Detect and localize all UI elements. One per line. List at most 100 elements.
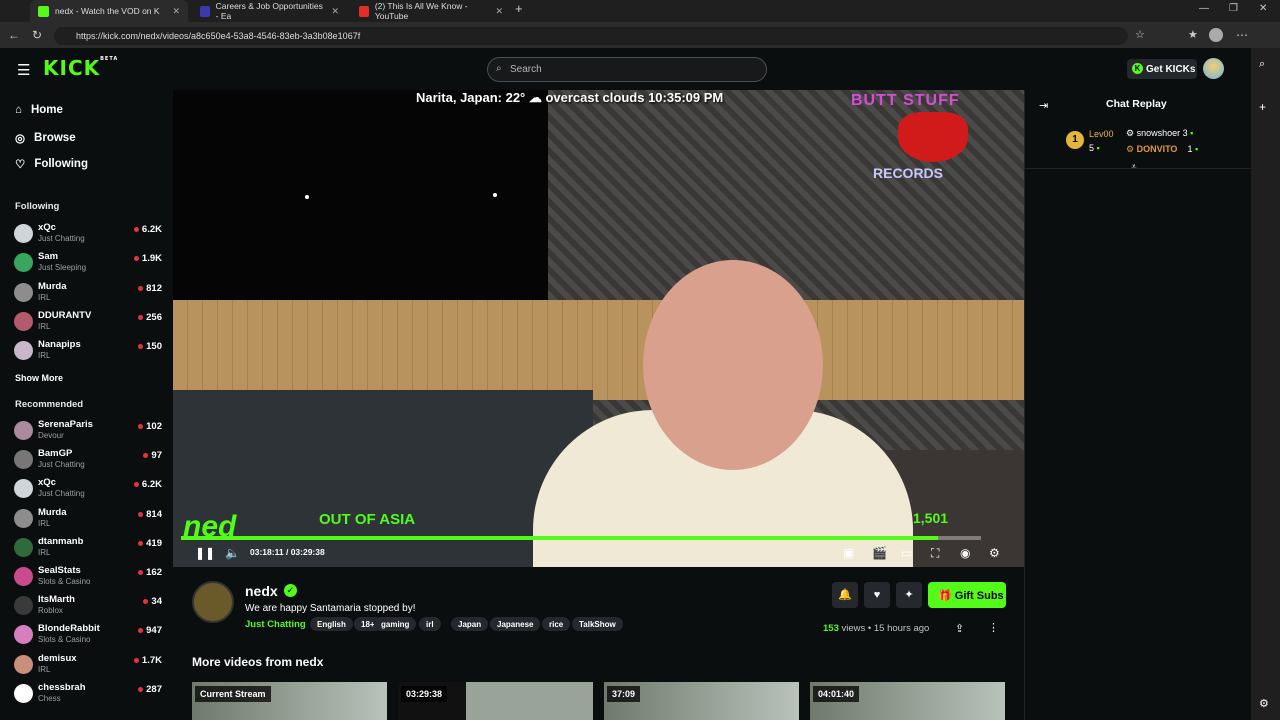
fullscreen-icon[interactable]: ⛶ bbox=[931, 546, 939, 561]
sidebar-channel-item[interactable]: SerenaParis Devour 102 bbox=[14, 419, 164, 447]
more-options-icon[interactable]: ⋮ bbox=[988, 621, 999, 634]
close-tab-icon[interactable]: ✕ bbox=[331, 6, 339, 17]
channel-category: Slots & Casino bbox=[38, 635, 91, 645]
share-icon[interactable]: ⇪ bbox=[955, 622, 964, 635]
top-gifter-name[interactable]: Lev00 bbox=[1089, 129, 1114, 139]
sidebar-search-icon[interactable]: ⌕ bbox=[1259, 58, 1265, 71]
volume-icon[interactable]: 🔈 bbox=[225, 546, 240, 560]
tag-chip[interactable]: Japan bbox=[451, 617, 489, 631]
sidebar-channel-item[interactable]: Murda IRL 812 bbox=[14, 281, 164, 309]
back-icon[interactable]: ← bbox=[8, 28, 20, 42]
sidebar-nav-home[interactable]: ⌂ Home bbox=[15, 104, 63, 116]
playback-speed-icon[interactable]: ◉ bbox=[960, 546, 970, 560]
pause-icon[interactable]: ❚❚ bbox=[195, 546, 215, 560]
follow-button[interactable]: ♥ bbox=[864, 582, 890, 608]
channel-avatar[interactable] bbox=[192, 581, 234, 623]
viewer-count-value: 947 bbox=[146, 625, 162, 637]
sidebar-channel-item[interactable]: chessbrah Chess 287 bbox=[14, 682, 164, 710]
clip-icon[interactable]: 🎬 bbox=[872, 546, 887, 560]
sidebar-settings-icon[interactable]: ⚙ bbox=[1259, 697, 1269, 710]
channel-name[interactable]: nedx bbox=[245, 583, 278, 599]
sidebar-channel-item[interactable]: BamGP Just Chatting 97 bbox=[14, 448, 164, 476]
sidebar-nav-following[interactable]: ♡ Following bbox=[15, 157, 88, 171]
profile-icon[interactable] bbox=[1209, 28, 1223, 42]
gift-icon: ▪ bbox=[1096, 143, 1100, 153]
tag-chip[interactable]: TalkShow bbox=[572, 617, 623, 631]
sidebar-channel-item[interactable]: Sam Just Sleeping 1.9K bbox=[14, 251, 164, 279]
more-menu-icon[interactable]: ⋯ bbox=[1236, 28, 1248, 42]
settings-gear-icon[interactable]: ⚙ bbox=[989, 546, 1000, 560]
sidebar-channel-item[interactable]: Murda IRL 814 bbox=[14, 507, 164, 535]
browser-tab-careers[interactable]: Careers & Job Opportunities - Ea ✕ bbox=[192, 0, 347, 22]
top-gifter-count: 5 ▪ bbox=[1089, 143, 1100, 153]
live-dot-icon bbox=[138, 540, 144, 546]
sidebar-channel-item[interactable]: Nanapips IRL 150 bbox=[14, 339, 164, 367]
video-thumbnail[interactable]: Current Stream bbox=[192, 682, 387, 720]
tag-chip[interactable]: rice bbox=[542, 617, 571, 631]
new-tab-icon[interactable]: + bbox=[515, 1, 523, 16]
live-dot-icon bbox=[138, 569, 144, 575]
sidebar-channel-item[interactable]: demisux IRL 1.7K bbox=[14, 653, 164, 681]
gifter-name[interactable]: DONVITO bbox=[1137, 144, 1178, 154]
gifter-name[interactable]: snowshoer bbox=[1137, 128, 1181, 138]
browser-tab-youtube[interactable]: (2) This Is All We Know - YouTube ✕ bbox=[351, 0, 511, 22]
channel-avatar bbox=[14, 537, 33, 557]
video-thumbnail[interactable]: 03:29:38 bbox=[398, 682, 593, 720]
minimize-icon[interactable]: — bbox=[1199, 3, 1209, 14]
viewer-count: 947 bbox=[138, 625, 162, 636]
collapse-chat-icon[interactable]: ⇥ bbox=[1039, 99, 1048, 112]
miniplayer-icon[interactable]: ▣ bbox=[843, 546, 854, 560]
sidebar-add-icon[interactable]: + bbox=[1259, 100, 1266, 114]
brand-overlay-bottom: RECORDS bbox=[873, 165, 944, 181]
notification-bell-button[interactable]: 🔔 bbox=[832, 582, 858, 608]
kicks-button[interactable]: ✦ bbox=[896, 582, 922, 608]
kick-logo[interactable]: KICKBETA bbox=[43, 56, 118, 80]
sidebar-nav-browse[interactable]: ◎ Browse bbox=[15, 131, 76, 145]
viewer-count-value: 150 bbox=[146, 341, 162, 353]
browser-tab-kick[interactable]: nedx - Watch the VOD on K ✕ bbox=[30, 0, 188, 22]
gifter-badge-icon: ⚙ bbox=[1126, 128, 1135, 138]
video-thumbnail[interactable]: 37:09 bbox=[604, 682, 799, 720]
search-input[interactable]: ⌕ Search bbox=[487, 57, 767, 82]
tag-chip[interactable]: Japanese bbox=[490, 617, 541, 631]
get-kicks-button[interactable]: K Get KICKs bbox=[1127, 59, 1197, 79]
sidebar-channel-item[interactable]: dtanmanb IRL 419 bbox=[14, 536, 164, 564]
viewer-count: 1.9K bbox=[133, 253, 162, 264]
channel-category: Devour bbox=[38, 431, 64, 440]
video-player[interactable]: Narita, Japan: 22° ☁ overcast clouds 10:… bbox=[173, 90, 1024, 567]
channel-category: IRL bbox=[38, 292, 51, 302]
show-more-link[interactable]: Show More bbox=[15, 373, 63, 383]
sidebar-channel-item[interactable]: SealStats Slots & Casino 162 bbox=[14, 565, 164, 593]
gift-subs-button[interactable]: 🎁 Gift Subs bbox=[928, 582, 1006, 608]
close-tab-icon[interactable]: ✕ bbox=[495, 6, 503, 17]
hamburger-menu-icon[interactable]: ☰ bbox=[17, 61, 30, 79]
viewer-count-value: 814 bbox=[146, 508, 162, 520]
heart-icon: ♥ bbox=[873, 589, 881, 601]
sidebar-channel-item[interactable]: xQc Just Chatting 6.2K bbox=[14, 222, 164, 250]
favorite-star-icon[interactable]: ☆ bbox=[1135, 28, 1145, 41]
channel-name: Murda bbox=[38, 506, 67, 518]
verified-badge-icon: ✓ bbox=[284, 584, 297, 597]
video-frame-wood bbox=[173, 300, 1024, 400]
seek-bar[interactable] bbox=[181, 536, 981, 540]
sidebar-channel-item[interactable]: xQc Just Chatting 6.2K bbox=[14, 477, 164, 505]
sidebar-channel-item[interactable]: DDURANTV IRL 256 bbox=[14, 310, 164, 338]
home-icon: ⌂ bbox=[15, 104, 22, 116]
tag-chip[interactable]: irl bbox=[419, 617, 441, 631]
close-window-icon[interactable]: ✕ bbox=[1259, 3, 1267, 14]
maximize-icon[interactable]: ❐ bbox=[1229, 3, 1238, 14]
url-field[interactable]: https://kick.com/nedx/videos/a8c650e4-53… bbox=[54, 27, 1128, 45]
sidebar-channel-item[interactable]: ItsMarth Roblox 34 bbox=[14, 594, 164, 622]
stream-category[interactable]: Just Chatting bbox=[245, 619, 306, 630]
reload-icon[interactable]: ↻ bbox=[32, 28, 42, 42]
tag-chip[interactable]: English bbox=[310, 617, 353, 631]
video-thumbnail[interactable]: 04:01:40 bbox=[810, 682, 1005, 720]
close-tab-icon[interactable]: ✕ bbox=[172, 6, 180, 17]
favorites-icon[interactable]: ★ bbox=[1188, 28, 1198, 41]
sidebar-channel-item[interactable]: BlondeRabbit Slots & Casino 947 bbox=[14, 623, 164, 651]
user-avatar[interactable] bbox=[1203, 58, 1224, 79]
theater-mode-icon[interactable]: ▭ bbox=[901, 546, 912, 560]
logo-text: KICK bbox=[43, 56, 101, 80]
tag-chip[interactable]: gaming bbox=[374, 617, 417, 631]
time-separator: / bbox=[285, 547, 289, 557]
